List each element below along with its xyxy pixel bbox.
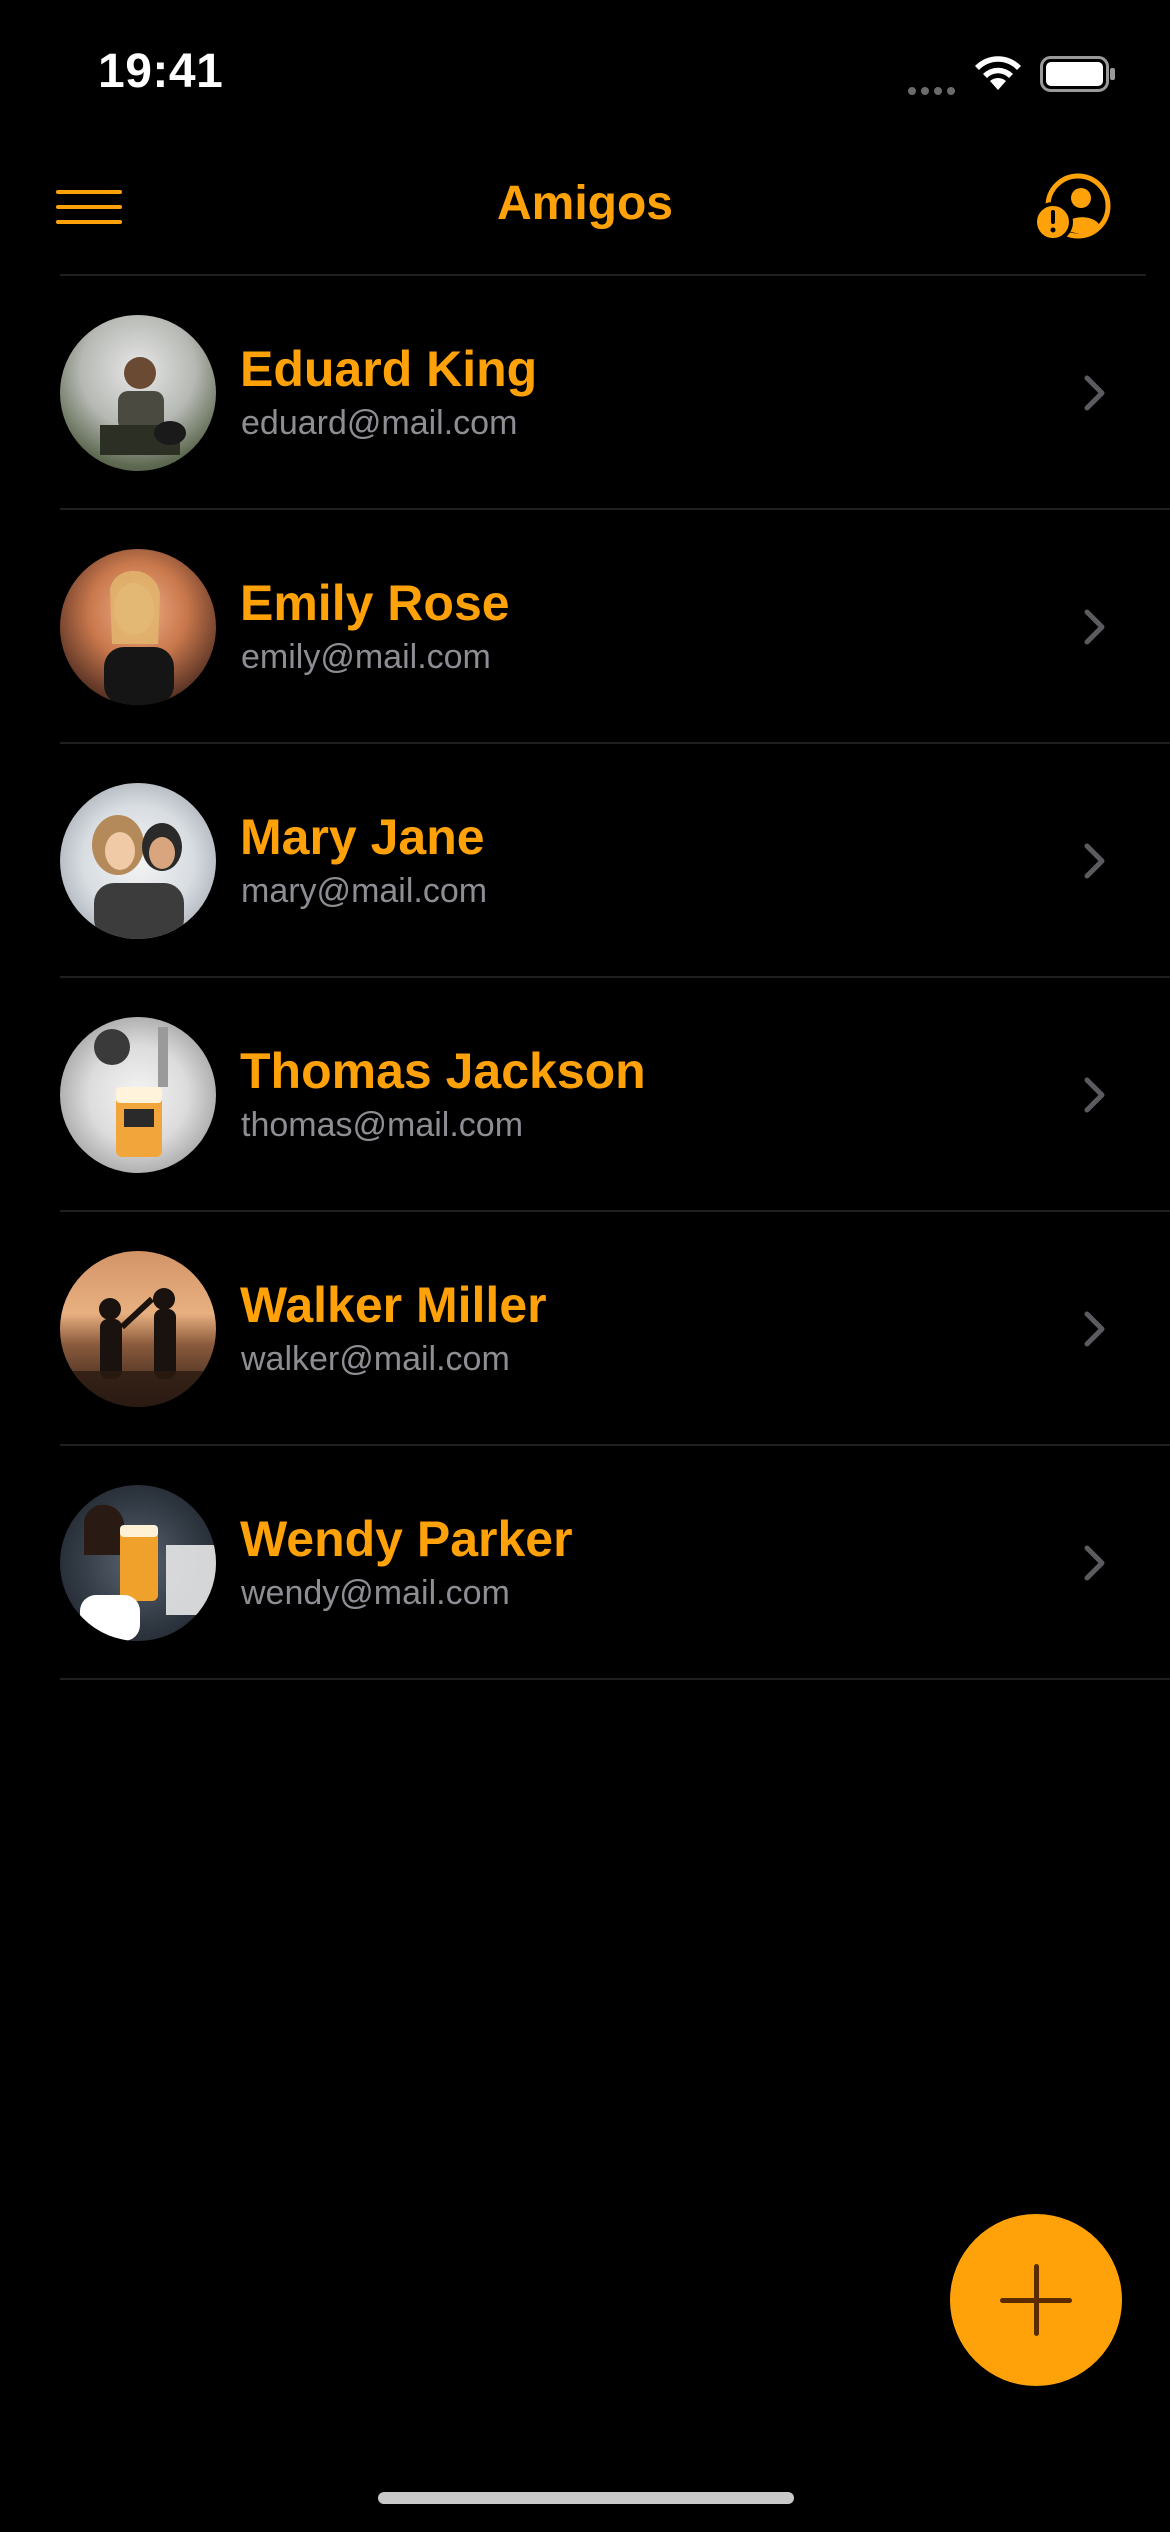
home-indicator[interactable] [378,2492,794,2504]
friend-email: emily@mail.com [241,638,491,676]
page-title: Amigos [496,177,673,230]
person-alert-icon[interactable] [1034,172,1114,244]
friend-row[interactable]: Emily Rose emily@mail.com [0,510,1170,744]
chevron-right-icon [1084,609,1105,645]
avatar [60,1017,216,1173]
battery-icon [1040,56,1115,92]
friend-name: Emily Rose [240,575,510,631]
wifi-icon [975,56,1021,90]
chevron-right-icon [1084,375,1105,411]
chevron-right-icon [1084,1311,1105,1347]
friend-name: Wendy Parker [240,1511,573,1567]
avatar [60,1251,216,1407]
friend-email: mary@mail.com [241,872,488,910]
friend-row[interactable]: Thomas Jackson thomas@mail.com [0,978,1170,1212]
status-bar: 19:41 [0,0,1170,150]
status-time: 19:41 [98,45,224,98]
avatar [60,549,216,705]
chevron-right-icon [1084,843,1105,879]
friend-row[interactable]: Walker Miller walker@mail.com [0,1212,1170,1446]
friend-name: Eduard King [240,341,538,397]
friend-list: Eduard King eduard@mail.com Emily Rose e… [0,276,1170,1680]
nav-bar: Amigos [0,150,1170,276]
friend-row[interactable]: Eduard King eduard@mail.com [0,276,1170,510]
friend-row[interactable]: Mary Jane mary@mail.com [0,744,1170,978]
friend-email: thomas@mail.com [241,1106,524,1144]
chevron-right-icon [1084,1077,1105,1113]
friend-row[interactable]: Wendy Parker wendy@mail.com [0,1446,1170,1680]
signal-icon [908,82,962,95]
friend-email: walker@mail.com [241,1340,510,1378]
friend-email: wendy@mail.com [241,1574,510,1612]
friend-name: Mary Jane [240,809,485,865]
friend-name: Walker Miller [240,1277,547,1333]
friend-email: eduard@mail.com [241,404,518,442]
avatar [60,783,216,939]
avatar [60,315,216,471]
friend-name: Thomas Jackson [240,1043,646,1099]
add-friend-button[interactable] [950,2214,1122,2386]
avatar [60,1485,216,1641]
chevron-right-icon [1084,1545,1105,1581]
